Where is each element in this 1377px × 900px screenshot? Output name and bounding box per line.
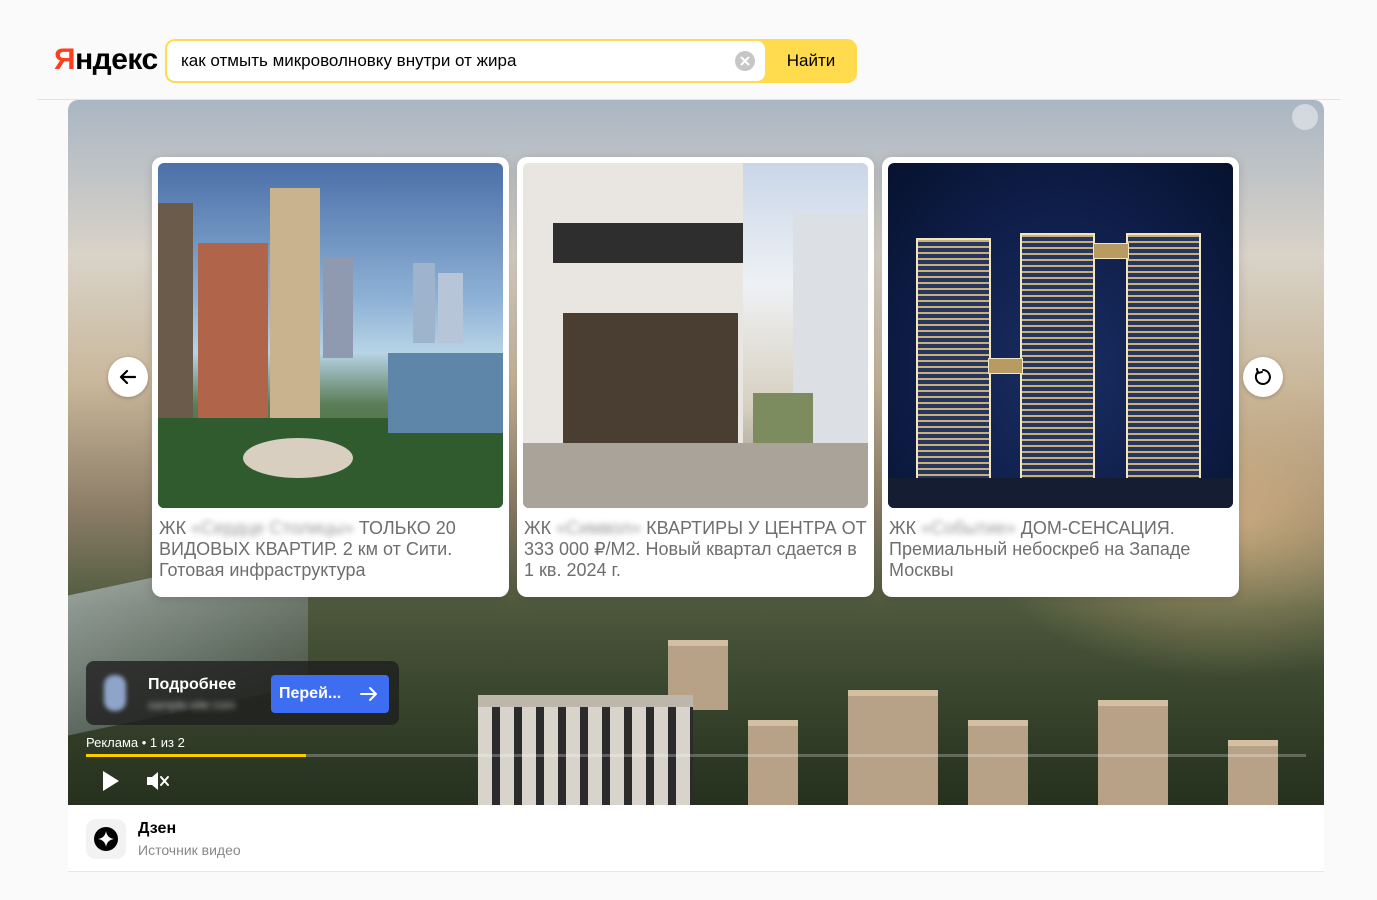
carousel-replay-button[interactable] [1243, 357, 1283, 397]
background-tower [478, 695, 693, 805]
card-name-blurred: «Символ» [556, 518, 642, 538]
ad-card-3[interactable]: ЖК «Событие» ДОМ-СЕНСАЦИЯ. Премиальный н… [882, 157, 1239, 597]
dzen-icon [86, 819, 126, 859]
card-name-blurred: «Событие» [921, 518, 1016, 538]
muted-speaker-icon [147, 772, 169, 790]
card-text-2: ЖК «Символ» КВАРТИРЫ У ЦЕНТРА ОТ 333 000… [523, 518, 868, 581]
ad-counter-label: Реклама • 1 из 2 [86, 735, 185, 750]
background-building [1228, 740, 1278, 805]
source-name: Дзен [138, 820, 177, 837]
ad-progress-fill [86, 754, 306, 757]
card-prefix: ЖК [159, 518, 187, 538]
search-bar: Найти [165, 39, 857, 83]
ad-progress-track[interactable] [86, 754, 1306, 757]
logo-text: ндекс [75, 43, 158, 76]
play-icon [103, 771, 119, 791]
search-input-wrap [167, 41, 765, 81]
header: Яндекс Найти [0, 0, 1377, 100]
background-building [848, 690, 938, 805]
card-prefix: ЖК [524, 518, 552, 538]
more-options-icon[interactable] [1292, 104, 1318, 130]
card-text-1: ЖК «Сердце Столицы» ТОЛЬКО 20 ВИДОВЫХ КВ… [158, 518, 503, 581]
play-button[interactable] [97, 768, 123, 794]
ad-card-2[interactable]: ЖК «Символ» КВАРТИРЫ У ЦЕНТРА ОТ 333 000… [517, 157, 874, 597]
background-tower-top [478, 695, 693, 707]
ad-card-1[interactable]: ЖК «Сердце Столицы» ТОЛЬКО 20 ВИДОВЫХ КВ… [152, 157, 509, 597]
carousel-prev-button[interactable] [108, 357, 148, 397]
yandex-logo[interactable]: Яндекс [54, 40, 158, 80]
source-subtitle: Источник видео [138, 842, 241, 858]
arrow-left-icon [119, 369, 137, 385]
logo-letter-icon: Я [54, 43, 76, 76]
card-image-1 [158, 163, 503, 508]
replay-icon [1254, 368, 1271, 385]
ad-cta-label: Перей... [279, 685, 342, 702]
background-building [1098, 700, 1168, 805]
search-input[interactable] [179, 41, 729, 81]
ad-cta-button[interactable]: Перей... [271, 675, 389, 713]
ad-subtitle: sample-site.com [148, 698, 236, 712]
video-source-bar[interactable]: Дзен Источник видео [68, 805, 1324, 872]
ad-title: Подробнее [148, 676, 237, 693]
arrow-right-icon [360, 687, 377, 701]
clear-icon[interactable] [735, 51, 755, 71]
card-text-3: ЖК «Событие» ДОМ-СЕНСАЦИЯ. Премиальный н… [888, 518, 1233, 581]
card-prefix: ЖК [889, 518, 917, 538]
search-button[interactable]: Найти [765, 39, 857, 83]
card-name-blurred: «Сердце Столицы» [191, 518, 354, 538]
mute-button[interactable] [143, 768, 171, 794]
card-image-3 [888, 163, 1233, 508]
advertiser-avatar [104, 675, 126, 711]
card-image-2 [523, 163, 868, 508]
ad-overlay-panel: Подробнее sample-site.com Перей... [86, 661, 399, 725]
background-building [968, 720, 1028, 805]
background-building [748, 720, 798, 805]
